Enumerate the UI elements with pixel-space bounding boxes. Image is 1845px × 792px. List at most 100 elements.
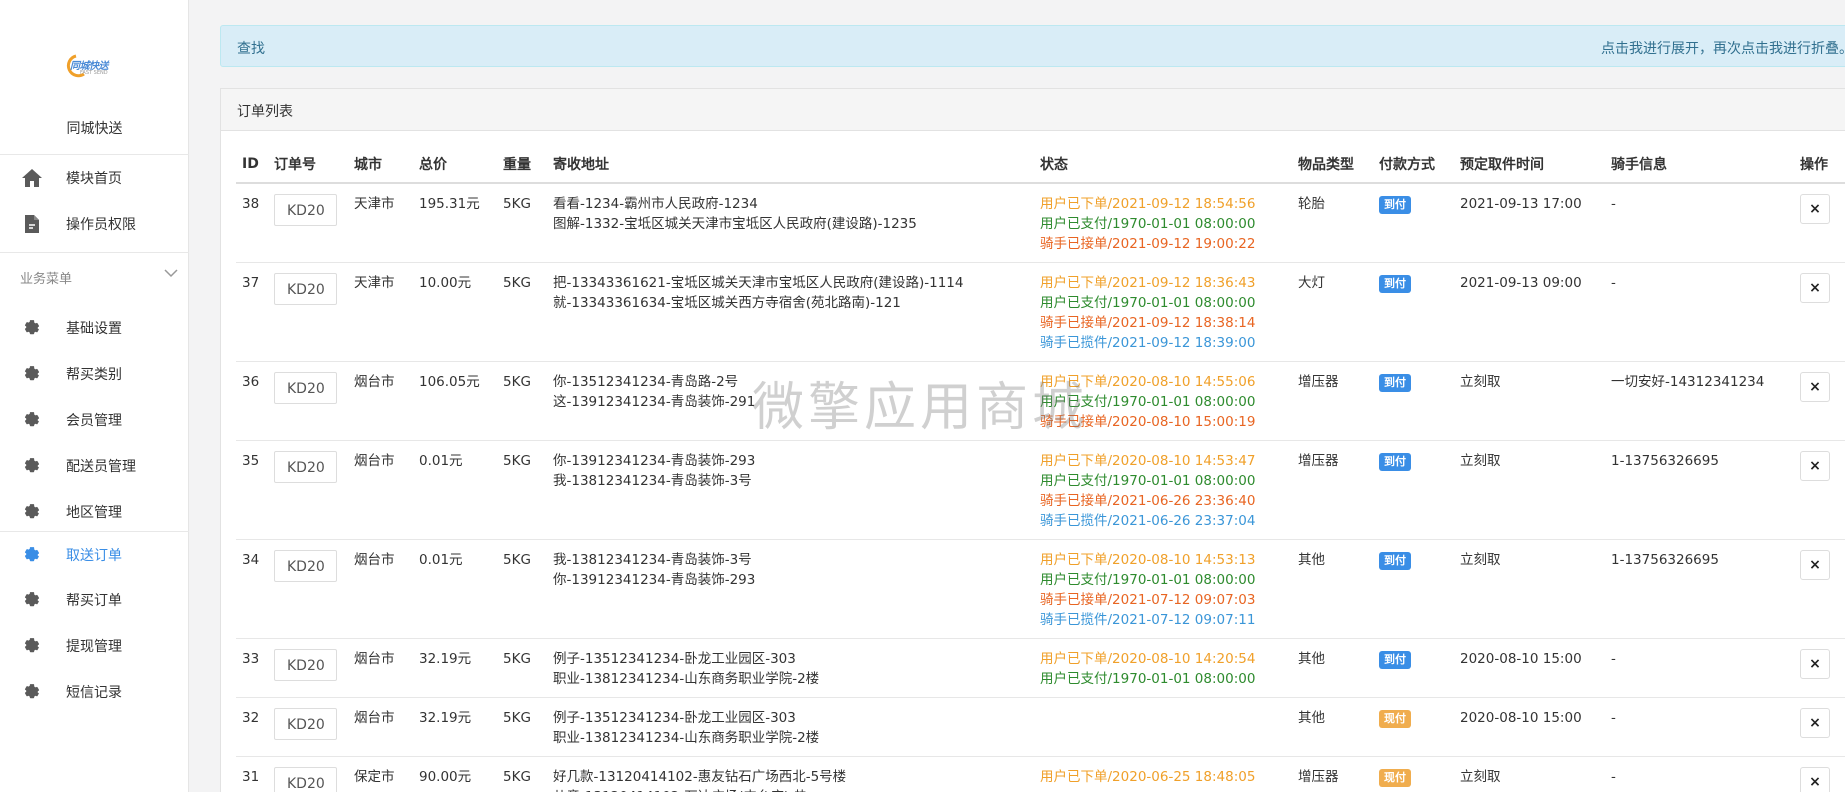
order-city: 烟台市 <box>348 440 413 540</box>
status-line: 骑手已接单/2021-06-26 23:36:40 <box>1040 493 1256 509</box>
receiver-address: 儿童-13120414102-万达广场(丰台店)-热 <box>553 787 1028 792</box>
order-address: 把-13343361621-宝坻区城关天津市宝坻区人民政府(建设路)-1114 就… <box>547 262 1034 362</box>
sender-address: 你-13912341234-青岛装饰-293 <box>553 453 756 469</box>
divider <box>0 154 189 155</box>
sender-address: 看看-1234-霸州市人民政府-1234 <box>553 196 758 212</box>
table-row: 36 KD20 烟台市 106.05元 5KG 你-13512341234-青岛路-2号这… <box>236 361 1845 441</box>
status-line: 用户已支付/1970-01-01 08:00:00 <box>1040 295 1256 311</box>
sidebar-item-label: 短信记录 <box>66 685 122 701</box>
order-number-field[interactable]: KD20 <box>274 708 337 740</box>
order-number-field[interactable]: KD20 <box>274 451 337 483</box>
order-price: 10.00元 <box>413 262 497 362</box>
sidebar-item-2[interactable]: 会员管理 <box>0 398 189 442</box>
delete-order-button[interactable]: × <box>1800 708 1830 738</box>
order-table: ID 订单号 城市 总价 重量 寄收地址 状态 物品类型 付款方式 预定取件时间 骑手信息 操作 38… <box>236 145 1845 792</box>
sidebar-item-0[interactable]: 基础设置 <box>0 306 189 350</box>
gear-icon <box>20 634 44 658</box>
order-number-field[interactable]: KD20 <box>274 273 337 305</box>
sidebar-item-label: 配送员管理 <box>66 459 136 475</box>
table-row: 32 KD20 烟台市 32.19元 5KG 例子-13512341234-卧龙工业园区-… <box>236 697 1845 757</box>
order-id: 38 <box>236 183 268 263</box>
sidebar-item-home[interactable]: 模块首页 <box>0 156 189 200</box>
order-address: 例子-13512341234-卧龙工业园区-303 职业-13812341234-… <box>547 697 1034 757</box>
rider-info: 一切安好-14312341234 <box>1605 361 1794 441</box>
status-line: 用户已支付/1970-01-01 08:00:00 <box>1040 216 1256 232</box>
sidebar-item-4[interactable]: 地区管理 <box>0 490 189 534</box>
status-line: 骑手已接单/2021-09-12 19:00:22 <box>1040 236 1256 252</box>
pickup-time: 2020-08-10 15:00 <box>1454 638 1605 698</box>
status-line: 骑手已接单/2020-08-10 15:00:19 <box>1040 414 1256 430</box>
search-panel[interactable]: 查找 点击我进行展开，再次点击我进行折叠。 <box>220 25 1845 67</box>
sender-address: 例子-13512341234-卧龙工业园区-303 <box>553 651 796 667</box>
order-city: 保定市 <box>348 756 413 792</box>
item-type: 其他 <box>1292 539 1373 639</box>
sidebar-item-operator-permissions[interactable]: 操作员权限 <box>0 202 189 246</box>
sender-address: 例子-13512341234-卧龙工业园区-303 <box>553 710 796 726</box>
column-header: 状态 <box>1034 145 1292 184</box>
gear-icon <box>20 362 44 386</box>
section-label: 业务菜单 <box>20 272 73 287</box>
sidebar-item-label: 基础设置 <box>66 321 122 337</box>
sidebar-item-label: 帮买订单 <box>66 593 122 609</box>
order-weight: 5KG <box>497 361 547 441</box>
status-line: 用户已支付/1970-01-01 08:00:00 <box>1040 473 1256 489</box>
sidebar-item-3[interactable]: 配送员管理 <box>0 444 189 488</box>
column-header: 操作 <box>1794 145 1845 184</box>
sidebar-item-1[interactable]: 帮买类别 <box>0 352 189 396</box>
delete-order-button[interactable]: × <box>1800 649 1830 679</box>
order-list-panel: 订单列表 ID 订单号 城市 总价 重量 寄收地址 状态 物品类型 付款方式 预定取件时间 骑手信息… <box>220 88 1845 792</box>
order-weight: 5KG <box>497 183 547 263</box>
order-number-field[interactable]: KD20 <box>274 550 337 582</box>
payment-badge: 到付 <box>1379 275 1411 293</box>
delete-order-button[interactable]: × <box>1800 273 1830 303</box>
rider-info: - <box>1605 756 1794 792</box>
chevron-down-icon[interactable] <box>164 266 178 282</box>
sidebar-item-label: 取送订单 <box>66 548 122 564</box>
order-status: 用户已下单/2020-08-10 14:20:54 用户已支付/1970-01-0… <box>1034 638 1292 698</box>
gear-icon <box>20 543 44 567</box>
order-city: 烟台市 <box>348 697 413 757</box>
column-header: 付款方式 <box>1373 145 1454 184</box>
order-city: 烟台市 <box>348 361 413 441</box>
order-number-field[interactable]: KD20 <box>274 372 337 404</box>
status-line: 用户已下单/2021-09-12 18:36:43 <box>1040 275 1256 291</box>
delete-order-button[interactable]: × <box>1800 451 1830 481</box>
order-number-field[interactable]: KD20 <box>274 767 337 792</box>
sidebar-item-8[interactable]: 短信记录 <box>0 670 189 714</box>
delete-order-button[interactable]: × <box>1800 550 1830 580</box>
table-row: 33 KD20 烟台市 32.19元 5KG 例子-13512341234-卧龙工业园区-… <box>236 638 1845 698</box>
gear-icon <box>20 454 44 478</box>
sender-address: 我-13812341234-青岛装饰-3号 <box>553 552 752 568</box>
item-type: 其他 <box>1292 638 1373 698</box>
column-header: ID <box>236 145 268 184</box>
sender-address: 你-13512341234-青岛路-2号 <box>553 374 739 390</box>
search-toggle-hint[interactable]: 点击我进行展开，再次点击我进行折叠。 <box>1601 38 1845 58</box>
order-city: 烟台市 <box>348 638 413 698</box>
order-status: 用户已下单/2021-09-12 18:54:56 用户已支付/1970-01-0… <box>1034 183 1292 263</box>
table-row: 31 KD20 保定市 90.00元 5KG 好几款-13120414102-惠友钻石广场… <box>236 756 1845 792</box>
column-header: 订单号 <box>268 145 348 184</box>
delete-order-button[interactable]: × <box>1800 194 1830 224</box>
pickup-time: 立刻取 <box>1454 361 1605 441</box>
payment-badge: 现付 <box>1379 710 1411 728</box>
sidebar-item-label: 操作员权限 <box>66 217 136 233</box>
order-city: 天津市 <box>348 183 413 263</box>
rider-info: - <box>1605 638 1794 698</box>
order-number-field[interactable]: KD20 <box>274 194 337 226</box>
order-number-field[interactable]: KD20 <box>274 649 337 681</box>
order-status <box>1034 697 1292 757</box>
order-address: 我-13812341234-青岛装饰-3号 你-13912341234-青岛装饰-… <box>547 539 1034 639</box>
payment-badge: 到付 <box>1379 453 1411 471</box>
rider-info: 1-13756326695 <box>1605 440 1794 540</box>
order-weight: 5KG <box>497 539 547 639</box>
sidebar-item-6[interactable]: 帮买订单 <box>0 578 189 622</box>
delete-order-button[interactable]: × <box>1800 372 1830 402</box>
status-line: 骑手已接单/2021-09-12 18:38:14 <box>1040 315 1256 331</box>
sidebar-item-5[interactable]: 取送订单 <box>0 533 189 577</box>
payment-badge: 到付 <box>1379 374 1411 392</box>
delete-order-button[interactable]: × <box>1800 767 1830 792</box>
order-address: 你-13912341234-青岛装饰-293 我-13812341234-青岛装饰… <box>547 440 1034 540</box>
sidebar-item-7[interactable]: 提现管理 <box>0 624 189 668</box>
order-id: 32 <box>236 697 268 757</box>
sidebar-item-label: 提现管理 <box>66 639 122 655</box>
